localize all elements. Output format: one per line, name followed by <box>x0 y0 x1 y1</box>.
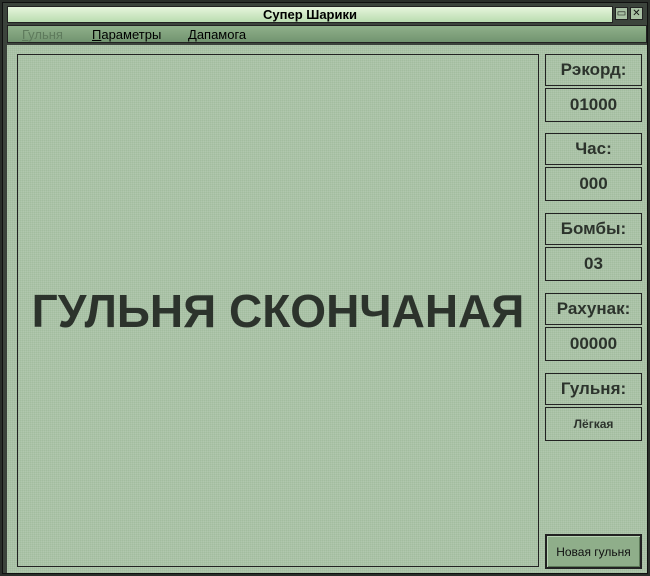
menu-parameters[interactable]: Параметры <box>92 26 161 43</box>
level-value: Лёгкая <box>545 407 642 441</box>
menu-game[interactable]: Гульня <box>22 26 63 43</box>
bombs-label: Бомбы: <box>545 213 642 245</box>
record-label: Рэкорд: <box>545 54 642 86</box>
menu-label: апамога <box>196 27 247 42</box>
app-window: Супер Шарики ▭ ✕ Гульня Параметры Дапамо… <box>2 2 648 574</box>
menu-label: араметры <box>101 27 162 42</box>
time-label: Час: <box>545 133 642 165</box>
main-content: ГУЛЬНЯ СКОНЧАНАЯ Рэкорд: 01000 Час: 000 … <box>7 45 647 573</box>
bombs-value: 03 <box>545 247 642 281</box>
score-value: 00000 <box>545 327 642 361</box>
level-label: Гульня: <box>545 373 642 405</box>
title-bar[interactable]: Супер Шарики <box>7 6 613 23</box>
record-value: 01000 <box>545 88 642 122</box>
time-value: 000 <box>545 167 642 201</box>
menu-help[interactable]: Дапамога <box>188 26 246 43</box>
window-title: Супер Шарики <box>263 7 357 22</box>
menu-mnemonic: П <box>92 27 102 42</box>
menu-label: ульня <box>28 27 63 42</box>
score-label: Рахунак: <box>545 293 642 325</box>
minimize-icon[interactable]: ▭ <box>615 7 628 20</box>
menu-bar: Гульня Параметры Дапамога <box>7 25 647 43</box>
new-game-button[interactable]: Новая гульня <box>545 534 642 569</box>
close-icon[interactable]: ✕ <box>630 7 643 20</box>
menu-mnemonic: Д <box>188 27 197 42</box>
game-field[interactable]: ГУЛЬНЯ СКОНЧАНАЯ <box>17 54 539 567</box>
game-over-text: ГУЛЬНЯ СКОНЧАНАЯ <box>31 284 525 337</box>
